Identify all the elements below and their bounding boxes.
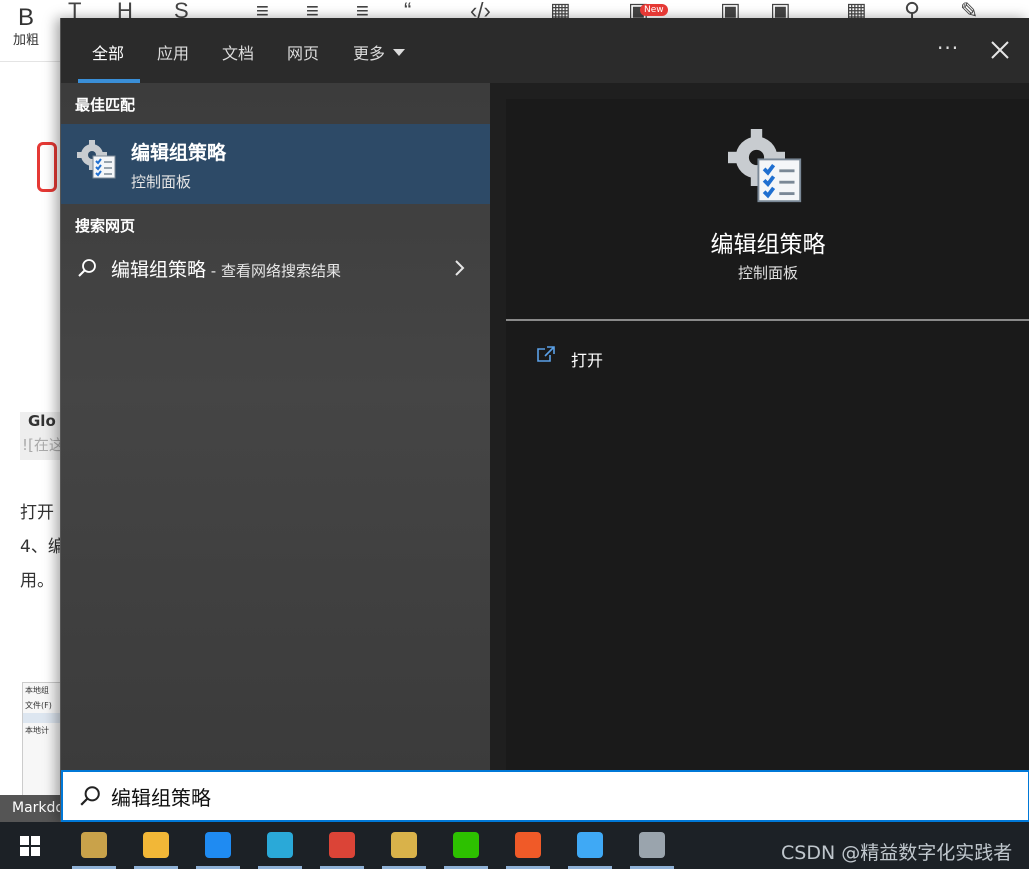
wechat-app-icon [453,832,479,858]
windows-search-panel: 全部 应用 文档 网页 更多 ··· 最佳匹配 编辑组策略 控制面板 搜索网页 … [60,18,1029,822]
markdown-status-tab[interactable]: Markdown [0,795,62,822]
web-search-heading: 搜索网页 [75,217,136,235]
bold-icon: B [17,4,34,31]
new-badge: New [640,4,668,16]
chevron-right-icon[interactable] [453,259,465,277]
web-search-result[interactable]: 编辑组策略 - 查看网络搜索结果 [61,249,490,287]
hbuilder-app-icon [267,832,293,858]
dev-tools-app-icon [391,832,417,858]
more-options-icon[interactable]: ··· [937,36,959,60]
group-policy-app-icon [639,832,665,858]
csdn-watermark: CSDN @精益数字化实践者 [781,842,1013,864]
divider [506,319,1029,321]
tools-app-icon [81,832,107,858]
preview-title: 编辑组策略 [710,232,826,258]
editor-snippet: Glo ![在这 [20,412,65,460]
open-label: 打开 [571,351,604,370]
results-list: 最佳匹配 编辑组策略 控制面板 搜索网页 编辑组策略 - 查看网络搜索结果 [61,83,490,770]
feishu-app-icon [205,832,231,858]
best-match-subtitle: 控制面板 [131,173,192,191]
search-input-value: 编辑组策略 [111,786,211,810]
open-external-icon [537,346,555,362]
group-policy-app-button[interactable] [627,825,677,869]
group-policy-gear-icon [77,140,116,179]
search-icon [80,786,100,806]
group-policy-gear-icon [728,129,802,203]
best-match-title: 编辑组策略 [131,142,227,164]
tools-app-button[interactable] [69,825,119,869]
preview-subtitle: 控制面板 [737,264,798,282]
tab-web[interactable]: 网页 [287,40,319,64]
control-panel-app-button[interactable] [565,825,615,869]
tab-all[interactable]: 全部 [92,40,124,64]
highlight-box [37,142,57,192]
best-match-result[interactable]: 编辑组策略 控制面板 [61,124,490,204]
file-explorer-icon [143,832,169,858]
bold-label: 加粗 [12,33,39,48]
editor-line: 打开 [20,503,54,523]
search-input[interactable]: 编辑组策略 [61,770,1029,822]
xmind-app-icon [515,832,541,858]
web-result-text: 编辑组策略 - 查看网络搜索结果 [111,259,341,281]
result-preview-pane: 编辑组策略 控制面板 打开 [506,99,1029,770]
control-panel-app-icon [577,832,603,858]
xmind-app-button[interactable] [503,825,553,869]
tab-apps[interactable]: 应用 [157,40,189,64]
windows-start-icon[interactable] [20,836,40,856]
bold-button[interactable]: B 加粗 [6,4,46,50]
editor-line: 用。 [20,571,54,591]
search-tabs-bar: 全部 应用 文档 网页 更多 ··· [61,18,1029,83]
file-explorer-button[interactable] [131,825,181,869]
editor-line: 4、编 [20,537,65,557]
tab-more[interactable]: 更多 [353,40,406,64]
chrome-browser-button[interactable] [317,825,367,869]
chrome-browser-icon [329,832,355,858]
best-match-heading: 最佳匹配 [75,96,136,114]
feishu-app-button[interactable] [193,825,243,869]
tab-documents[interactable]: 文档 [222,40,254,64]
dev-tools-app-button[interactable] [379,825,429,869]
hbuilder-app-button[interactable] [255,825,305,869]
chevron-down-icon [393,49,406,56]
open-button[interactable]: 打开 [536,343,736,373]
wechat-app-button[interactable] [441,825,491,869]
search-icon [78,259,96,277]
close-icon[interactable] [990,40,1010,60]
